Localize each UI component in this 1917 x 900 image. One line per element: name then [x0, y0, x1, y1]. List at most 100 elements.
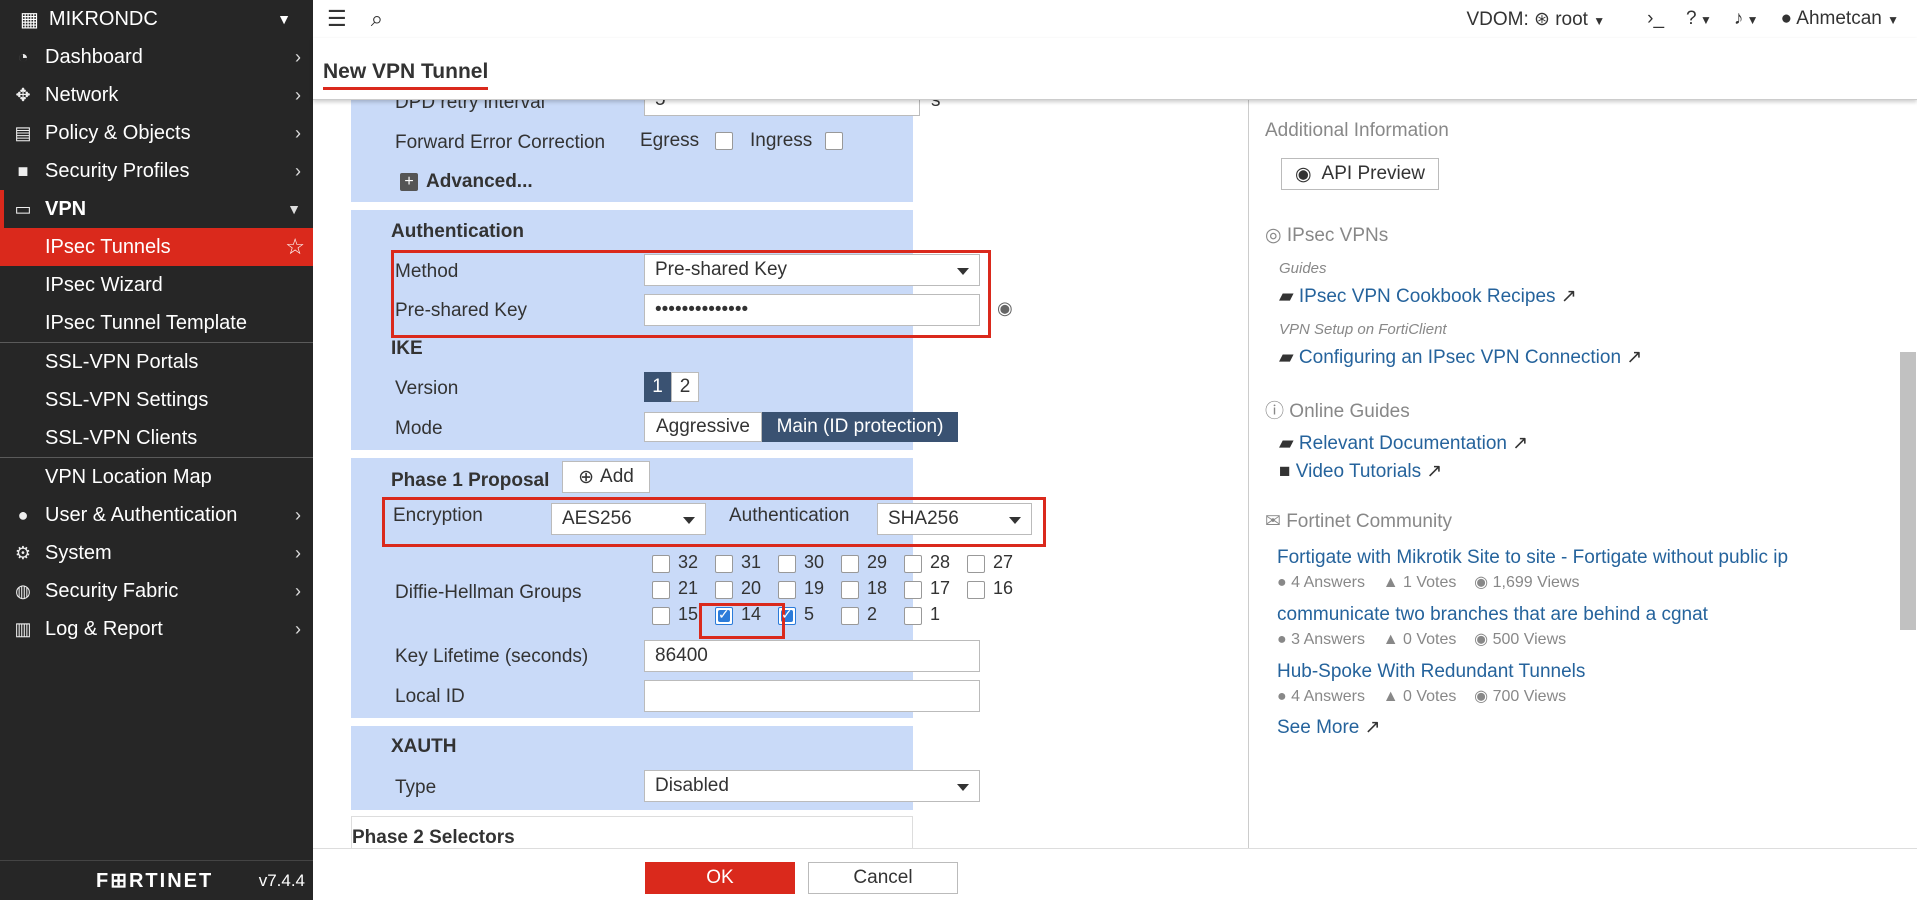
xauth-type-select[interactable]: Disabled — [644, 770, 980, 802]
dh-group-29-checkbox[interactable] — [841, 555, 859, 573]
xauth-type-label: Type — [395, 777, 437, 798]
bell-icon[interactable]: ♪ ▼ — [1734, 8, 1759, 30]
add-proposal-button[interactable]: ⊕ Add — [562, 461, 650, 493]
plus-circle-icon: ⊕ — [578, 466, 595, 488]
views-count: 500 Views — [1492, 631, 1567, 648]
sidebar-item-ipsec-tunnel-template[interactable]: IPsec Tunnel Template — [0, 304, 313, 342]
version-2-button[interactable]: 2 — [671, 372, 699, 402]
dh-group-15-checkbox[interactable] — [652, 607, 670, 625]
sidebar-item-label: Policy & Objects — [45, 121, 191, 144]
key-lifetime-input[interactable]: 86400 — [644, 640, 980, 672]
version-1-button[interactable]: 1 — [644, 372, 671, 402]
dh-group-19-checkbox[interactable] — [778, 581, 796, 599]
external-link-icon: ↗ — [1512, 433, 1529, 454]
dh-group-30-checkbox[interactable] — [778, 555, 796, 573]
phase2-section: Phase 2 Selectors — [351, 816, 913, 848]
egress-checkbox[interactable] — [715, 132, 733, 150]
community-header: ✉ Fortinet Community — [1265, 510, 1452, 533]
external-link-icon: ↗ — [1364, 717, 1381, 738]
dh-group-32-checkbox[interactable] — [652, 555, 670, 573]
cookbook-link[interactable]: ▰ IPsec VPN Cookbook Recipes ↗ — [1279, 285, 1577, 308]
dh-group-1-checkbox[interactable] — [904, 607, 922, 625]
dh-group-31-checkbox[interactable] — [715, 555, 733, 573]
sidebar-item-policy-objects[interactable]: ▤ Policy & Objects › — [0, 114, 313, 152]
answers-count: 4 Answers — [1291, 574, 1365, 591]
comment-icon: ● — [1277, 688, 1287, 705]
encryption-value: AES256 — [562, 508, 632, 529]
external-link-icon: ↗ — [1426, 461, 1443, 482]
configuring-link[interactable]: ▰ Configuring an IPsec VPN Connection ↗ — [1279, 346, 1642, 369]
ok-button[interactable]: OK — [645, 862, 795, 894]
sidebar-item-system[interactable]: ⚙ System › — [0, 534, 313, 572]
dpd-retry-label: DPD retry interval — [395, 100, 545, 113]
sidebar-item-vpn[interactable]: ▭ VPN ▼ — [0, 190, 313, 228]
method-select[interactable]: Pre-shared Key — [644, 254, 980, 286]
dh-group-label: 17 — [930, 578, 951, 598]
authentication-select[interactable]: SHA256 — [877, 503, 1032, 535]
cancel-button[interactable]: Cancel — [808, 862, 958, 894]
community-post-link[interactable]: Hub-Spoke With Redundant Tunnels — [1277, 661, 1585, 683]
psk-input[interactable]: •••••••••••••• — [644, 294, 980, 326]
dh-group-20-checkbox[interactable] — [715, 581, 733, 599]
sidebar-item-network[interactable]: ✥ Network › — [0, 76, 313, 114]
sidebar-item-ipsec-tunnels[interactable]: IPsec Tunnels ☆ — [0, 228, 313, 266]
video-tutorials-link[interactable]: ■ Video Tutorials ↗ — [1279, 460, 1442, 483]
help-icon[interactable]: ? ▼ — [1686, 8, 1712, 30]
sidebar-item-label: Network — [45, 83, 119, 106]
sidebar: ▦ MIKRONDC ▼ ◔ Dashboard › ✥ Network › ▤ Poli… — [0, 0, 313, 900]
see-more-link[interactable]: See More ↗ — [1277, 716, 1381, 739]
dh-group-label: 27 — [993, 552, 1014, 572]
sidebar-item-ssl-vpn-settings[interactable]: SSL-VPN Settings — [0, 381, 313, 419]
dh-group-label: 20 — [741, 578, 762, 598]
community-post-link[interactable]: Fortigate with Mikrotik Site to site - F… — [1277, 547, 1788, 569]
sidebar-item-label: Dashboard — [45, 45, 143, 68]
title-bar: New VPN Tunnel — [313, 38, 1917, 100]
views-count: 1,699 Views — [1492, 574, 1580, 591]
encryption-select[interactable]: AES256 — [551, 503, 706, 535]
community-post-link[interactable]: communicate two branches that are behind… — [1277, 604, 1708, 626]
relevant-docs-link[interactable]: ▰ Relevant Documentation ↗ — [1279, 432, 1528, 455]
chevron-right-icon: › — [295, 542, 301, 563]
advanced-toggle[interactable]: + Advanced... — [400, 171, 533, 193]
scrollbar-thumb[interactable] — [1900, 352, 1916, 630]
xauth-panel: XAUTH Type Disabled — [351, 726, 980, 810]
dpd-retry-input[interactable]: 5 — [644, 100, 920, 116]
dh-group-18-checkbox[interactable] — [841, 581, 859, 599]
device-selector[interactable]: ▦ MIKRONDC ▼ — [0, 0, 313, 38]
fabric-icon: ◍ — [15, 580, 31, 601]
answers-count: 3 Answers — [1291, 631, 1365, 648]
dh-group-16-checkbox[interactable] — [967, 581, 985, 599]
ingress-checkbox[interactable] — [825, 132, 843, 150]
sidebar-item-ipsec-wizard[interactable]: IPsec Wizard — [0, 266, 313, 304]
globe-icon: ⊛ — [1534, 8, 1550, 30]
sidebar-item-user-authentication[interactable]: ● User & Authentication › — [0, 496, 313, 534]
mode-main-button[interactable]: Main (ID protection) — [762, 412, 958, 442]
local-id-input[interactable] — [644, 680, 980, 712]
sidebar-item-label: SSL-VPN Portals — [45, 350, 199, 373]
sidebar-item-vpn-location-map[interactable]: VPN Location Map — [0, 458, 313, 496]
vdom-selector[interactable]: VDOM: ⊛ root ▼ — [1466, 8, 1605, 31]
dh-group-27-checkbox[interactable] — [967, 555, 985, 573]
sidebar-item-ssl-vpn-portals[interactable]: SSL-VPN Portals — [0, 343, 313, 381]
eye-icon[interactable]: ◉ — [997, 298, 1013, 319]
dh-group-28-checkbox[interactable] — [904, 555, 922, 573]
sidebar-item-security-profiles[interactable]: ■ Security Profiles › — [0, 152, 313, 190]
sidebar-item-ssl-vpn-clients[interactable]: SSL-VPN Clients — [0, 419, 313, 457]
sidebar-item-dashboard[interactable]: ◔ Dashboard › — [0, 38, 313, 76]
mode-aggressive-button[interactable]: Aggressive — [644, 412, 762, 442]
search-icon[interactable]: ⌕ — [371, 6, 383, 32]
book-icon: ▰ — [1279, 286, 1294, 307]
user-menu[interactable]: ● Ahmetcan ▼ — [1781, 8, 1899, 30]
community-post-meta: ● 4 Answers ▲ 1 Votes ◉ 1,699 Views — [1277, 572, 1579, 592]
api-preview-button[interactable]: ◉ API Preview — [1281, 158, 1439, 190]
cli-console-icon[interactable]: ›_ — [1647, 8, 1664, 30]
sidebar-item-security-fabric[interactable]: ◍ Security Fabric › — [0, 572, 313, 610]
dh-group-2-checkbox[interactable] — [841, 607, 859, 625]
hamburger-menu-icon[interactable]: ☰ — [327, 6, 347, 32]
sidebar-item-label: IPsec Tunnels — [45, 235, 171, 258]
star-icon[interactable]: ☆ — [285, 234, 305, 260]
sidebar-item-log-report[interactable]: ▥ Log & Report › — [0, 610, 313, 648]
dh-group-21-checkbox[interactable] — [652, 581, 670, 599]
dh-group-17-checkbox[interactable] — [904, 581, 922, 599]
dh-group-5-checkbox[interactable] — [778, 606, 796, 625]
